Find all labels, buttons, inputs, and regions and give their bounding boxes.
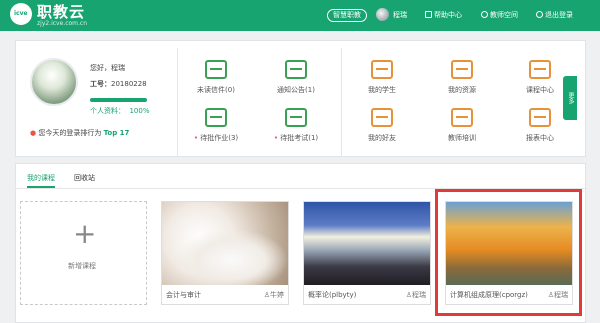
home-icon — [481, 11, 488, 18]
course-title: 概率论(plbyty) — [308, 291, 357, 299]
teacher-space-link[interactable]: 教师空间 — [481, 10, 518, 20]
teacher-training-link[interactable]: 教师培训 — [432, 108, 492, 143]
exam-label: • 待批考试(1) — [266, 133, 326, 143]
app-domain: zjy2.icve.com.cn — [37, 20, 88, 27]
add-course-label: 新增课程 — [68, 262, 96, 270]
course-owner-name: 牛婷 — [270, 291, 284, 299]
exam-link[interactable]: • 待批考试(1) — [266, 108, 326, 143]
teacher-training-label: 教师培训 — [448, 134, 476, 142]
report-center-label: 报表中心 — [526, 134, 554, 142]
notice-link[interactable]: 通知公告(1) — [266, 60, 326, 95]
highlight-box — [435, 189, 582, 316]
course-owner: ♙牛婷 — [264, 290, 284, 300]
active-tab-indicator — [27, 186, 55, 188]
training-icon — [451, 108, 473, 127]
tab-recycle-bin[interactable]: 回收站 — [74, 173, 95, 183]
homework-label-text: 待批作业(3) — [200, 134, 239, 142]
profile-completion: 个人资料： 100% — [90, 106, 149, 116]
course-card[interactable]: 概率论(plbyty) ♙程瑞 — [303, 201, 431, 305]
my-resources-label: 我的资源 — [448, 86, 476, 94]
profile-avatar[interactable] — [30, 58, 78, 106]
logo-icon[interactable]: icve — [10, 3, 32, 25]
my-friends-link[interactable]: 我的好友 — [352, 108, 412, 143]
logout-link[interactable]: 退出登录 — [536, 10, 573, 20]
course-center-icon — [529, 60, 551, 79]
add-course-button[interactable]: + 新增课程 — [20, 201, 147, 305]
rank-text: 您今天的登录排行为 — [38, 129, 102, 137]
report-icon — [529, 108, 551, 127]
profile-completion-bar — [90, 98, 147, 102]
friends-icon — [371, 108, 393, 127]
greeting-text: 您好，程瑞 — [90, 64, 125, 72]
panel-divider — [341, 48, 342, 156]
course-cover-image — [162, 202, 288, 285]
help-icon — [425, 11, 432, 18]
course-title: 会计与审计 — [166, 291, 201, 299]
power-icon — [536, 11, 543, 18]
staff-id-value: 20180228 — [111, 80, 147, 88]
help-center-link[interactable]: 帮助中心 — [425, 10, 462, 20]
logo-mark: icve — [14, 10, 28, 17]
panel-divider — [177, 48, 178, 156]
homework-label: • 待批作业(3) — [186, 133, 246, 143]
course-card[interactable]: 会计与审计 ♙牛婷 — [161, 201, 289, 305]
homework-link[interactable]: • 待批作业(3) — [186, 108, 246, 143]
unread-mail-label: 未读信件(0) — [197, 86, 235, 94]
tab-my-courses[interactable]: 我的课程 — [27, 173, 55, 183]
students-icon — [371, 60, 393, 79]
course-center-label: 课程中心 — [526, 86, 554, 94]
unread-mail-link[interactable]: 未读信件(0) — [186, 60, 246, 95]
more-side-tab[interactable]: 更多 — [563, 76, 577, 120]
resources-icon — [451, 60, 473, 79]
login-rank: ● 您今天的登录排行为 Top 17 — [30, 128, 129, 138]
course-owner: ♙程瑞 — [406, 290, 426, 300]
logout-label: 退出登录 — [545, 11, 573, 19]
homework-icon — [205, 108, 227, 127]
top-navigation-bar: icve 职教云 zjy2.icve.com.cn 智慧职教 程瑞 帮助中心 教… — [0, 0, 600, 31]
exam-icon — [285, 108, 307, 127]
rank-value: Top 17 — [103, 129, 130, 137]
exam-label-text: 待批考试(1) — [280, 134, 319, 142]
report-center-link[interactable]: 报表中心 — [510, 108, 570, 143]
app-title: 职教云 — [37, 3, 86, 21]
notice-label: 通知公告(1) — [277, 86, 315, 94]
completion-value: 100% — [129, 107, 150, 115]
my-friends-label: 我的好友 — [368, 134, 396, 142]
my-resources-link[interactable]: 我的资源 — [432, 60, 492, 95]
user-avatar[interactable] — [376, 8, 389, 21]
help-label: 帮助中心 — [434, 11, 462, 19]
mail-icon — [205, 60, 227, 79]
course-owner-name: 程瑞 — [412, 291, 426, 299]
completion-label: 个人资料： — [90, 107, 125, 115]
my-students-label: 我的学生 — [368, 86, 396, 94]
speaker-icon — [285, 60, 307, 79]
my-students-link[interactable]: 我的学生 — [352, 60, 412, 95]
staff-id-label: 工号： — [90, 80, 111, 88]
user-name-link[interactable]: 程瑞 — [393, 10, 407, 20]
course-center-link[interactable]: 课程中心 — [510, 60, 570, 95]
course-cover-image — [304, 202, 430, 285]
smart-education-button[interactable]: 智慧职教 — [327, 9, 367, 22]
teacher-space-label: 教师空间 — [490, 11, 518, 19]
plus-icon: + — [73, 217, 97, 250]
staff-id: 工号：20180228 — [90, 79, 147, 89]
